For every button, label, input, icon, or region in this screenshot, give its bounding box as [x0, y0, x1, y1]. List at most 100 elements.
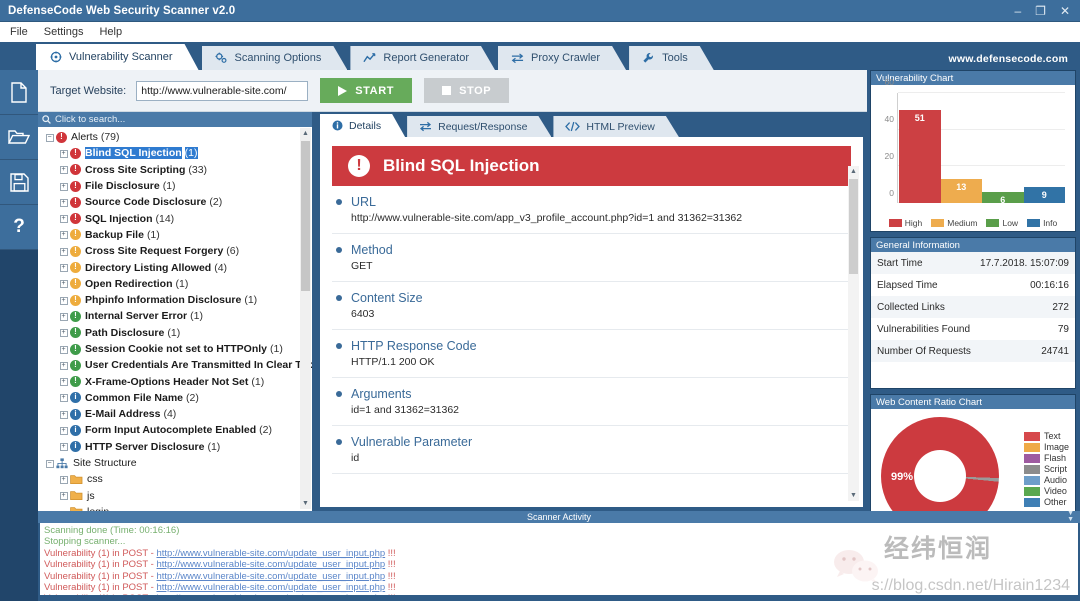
expand-toggle[interactable]: +: [58, 475, 69, 484]
new-document-icon[interactable]: [0, 70, 38, 115]
expand-toggle[interactable]: +: [58, 165, 69, 175]
expand-toggle[interactable]: +: [58, 230, 69, 240]
bar-value-label: 9: [1041, 189, 1047, 200]
tab-vulnerability-scanner[interactable]: Vulnerability Scanner: [36, 44, 199, 70]
log-link[interactable]: http://www.vulnerable-site.com/update_us…: [156, 593, 385, 595]
target-website-input[interactable]: [136, 80, 309, 101]
log-line: Vulnerability (1) in POST - http://www.v…: [44, 593, 1074, 595]
tree-item-folder[interactable]: login: [38, 504, 312, 511]
scroll-down-icon[interactable]: ▼: [848, 490, 859, 501]
tree-item-alert[interactable]: + Common File Name(2): [38, 390, 312, 406]
tree-node-site-structure[interactable]: − Site Structure: [38, 455, 312, 471]
tree-item-alert[interactable]: + Blind SQL Injection(1): [38, 145, 312, 161]
detail-tab-bar: Details Request/Response HTML Preview: [316, 112, 867, 137]
expand-toggle[interactable]: +: [58, 328, 69, 338]
tab-tools[interactable]: Tools: [629, 46, 714, 70]
general-info-key: Start Time: [877, 257, 923, 269]
tree-item-folder[interactable]: + js: [38, 488, 312, 504]
tab-proxy-crawler[interactable]: Proxy Crawler: [498, 46, 626, 70]
scroll-thumb[interactable]: [849, 179, 858, 274]
tree-item-alert[interactable]: + Open Redirection(1): [38, 276, 312, 292]
collapse-toggle[interactable]: −: [44, 459, 55, 468]
menu-item-file[interactable]: File: [10, 26, 28, 38]
bullet-icon: [336, 439, 342, 445]
tree-item-alert[interactable]: + X-Frame-Options Header Not Set(1): [38, 373, 312, 389]
scroll-up-icon[interactable]: ▲: [300, 128, 311, 139]
tab-report-generator[interactable]: Report Generator: [350, 46, 495, 70]
tree-scrollbar[interactable]: ▲ ▼: [300, 128, 311, 509]
legend-label: Other: [1043, 497, 1067, 507]
tree-item-alert[interactable]: + User Credentials Are Transmitted In Cle…: [38, 357, 312, 373]
expand-toggle[interactable]: +: [58, 263, 69, 273]
expand-toggle[interactable]: +: [58, 279, 69, 289]
tree-item-alert[interactable]: + Backup File(1): [38, 227, 312, 243]
severity-icon: [70, 228, 81, 241]
expand-toggle[interactable]: +: [58, 312, 69, 321]
tree-item-alert[interactable]: + Source Code Disclosure(2): [38, 194, 312, 210]
expand-toggle[interactable]: +: [58, 393, 69, 403]
scroll-down-icon[interactable]: ▼: [300, 498, 311, 509]
expand-toggle[interactable]: +: [58, 182, 69, 191]
log-link[interactable]: http://www.vulnerable-site.com/update_us…: [156, 548, 385, 559]
scroll-thumb[interactable]: [301, 141, 310, 291]
vulnerability-chart-body: 0 20 40 60 51 13 6 9 High Medium Low Info: [871, 77, 1075, 231]
scroll-up-icon[interactable]: ▲: [848, 166, 859, 177]
close-button[interactable]: ✕: [1060, 5, 1070, 17]
tree-item-alert[interactable]: + Session Cookie not set to HTTPOnly(1): [38, 341, 312, 357]
detail-field-value: HTTP/1.1 200 OK: [351, 356, 435, 368]
menu-item-settings[interactable]: Settings: [44, 26, 84, 38]
tab-request-response[interactable]: Request/Response: [407, 116, 551, 137]
tab-details[interactable]: Details: [320, 114, 405, 137]
expand-toggle[interactable]: +: [58, 149, 69, 158]
expand-toggle[interactable]: +: [58, 345, 69, 354]
log-link[interactable]: http://www.vulnerable-site.com/update_us…: [156, 582, 385, 593]
help-question-icon[interactable]: ?: [0, 205, 38, 250]
tree-search-box[interactable]: Click to search...: [38, 112, 312, 127]
expand-toggle[interactable]: +: [58, 377, 69, 387]
tree-item-alert[interactable]: + File Disclosure(1): [38, 178, 312, 194]
tab-html-preview[interactable]: HTML Preview: [553, 116, 678, 137]
log-suffix: !!!: [385, 570, 396, 582]
expand-toggle[interactable]: +: [58, 361, 69, 370]
tree-item-alert[interactable]: + Cross Site Scripting(33): [38, 162, 312, 178]
details-scrollbar[interactable]: ▲ ▼: [848, 166, 859, 501]
restore-button[interactable]: ❐: [1035, 5, 1046, 17]
tree-item-alert[interactable]: + Path Disclosure(1): [38, 325, 312, 341]
expand-toggle[interactable]: +: [58, 410, 69, 419]
sitemap-icon: [56, 457, 69, 469]
tree-item-alert[interactable]: + Cross Site Request Forgery(6): [38, 243, 312, 259]
minimize-button[interactable]: –: [1014, 5, 1021, 17]
start-button[interactable]: START: [320, 78, 413, 103]
tree-item-alert[interactable]: + Internal Server Error(1): [38, 308, 312, 324]
tree-item-alert[interactable]: + Form Input Autocomplete Enabled(2): [38, 422, 312, 438]
collapse-toggle[interactable]: −: [44, 133, 55, 142]
tab-scanning-options[interactable]: Scanning Options: [202, 46, 348, 70]
log-link[interactable]: http://www.vulnerable-site.com/update_us…: [156, 559, 385, 570]
tree-item-alert[interactable]: + Phpinfo Information Disclosure(1): [38, 292, 312, 308]
expand-toggle[interactable]: +: [58, 442, 69, 452]
open-folder-icon[interactable]: [0, 115, 38, 160]
tree-root-alerts[interactable]: − Alerts (79): [38, 129, 312, 145]
tree-item-alert[interactable]: + Directory Listing Allowed(4): [38, 259, 312, 275]
stop-button[interactable]: STOP: [424, 78, 510, 103]
tree-item-label: Alerts: [71, 131, 98, 144]
menu-item-help[interactable]: Help: [99, 26, 122, 38]
expand-toggle[interactable]: +: [58, 296, 69, 305]
expand-toggle[interactable]: +: [58, 198, 69, 207]
collapse-chevrons-icon[interactable]: ▼ ▼: [1067, 510, 1074, 523]
tree-item-alert[interactable]: + SQL Injection(14): [38, 210, 312, 226]
tree-item-label: Cross Site Scripting: [85, 163, 186, 176]
menu-bar: File Settings Help: [0, 22, 1080, 42]
severity-icon: [70, 147, 81, 159]
expand-toggle[interactable]: +: [58, 426, 69, 435]
expand-toggle[interactable]: +: [58, 247, 69, 256]
tree-item-alert[interactable]: + E-Mail Address(4): [38, 406, 312, 422]
tree-item-label: css: [87, 473, 103, 486]
expand-toggle[interactable]: +: [58, 214, 69, 224]
log-link[interactable]: http://www.vulnerable-site.com/update_us…: [156, 571, 385, 582]
scanner-activity-log[interactable]: Scanning done (Time: 00:16:16) Stopping s…: [40, 523, 1078, 595]
tree-item-alert[interactable]: + HTTP Server Disclosure(1): [38, 439, 312, 455]
expand-toggle[interactable]: +: [58, 491, 69, 501]
save-disk-icon[interactable]: [0, 160, 38, 205]
tree-item-folder[interactable]: + css: [38, 471, 312, 487]
